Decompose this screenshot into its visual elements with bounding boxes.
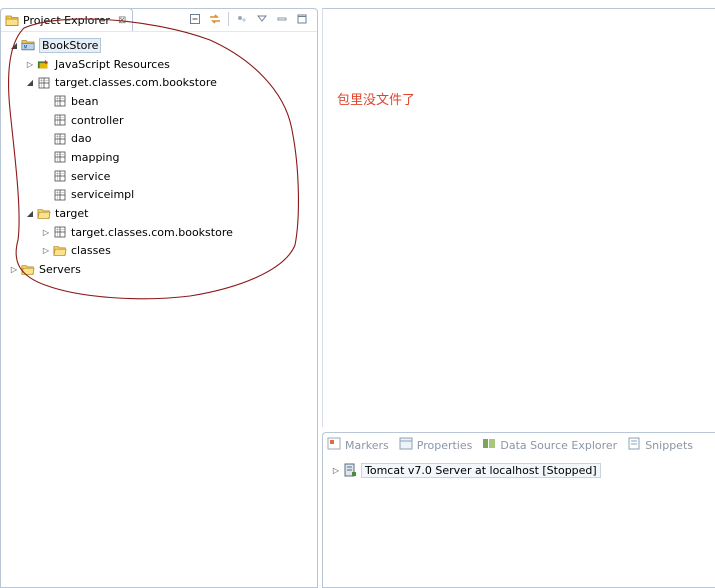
tree-item[interactable]: ▷ Servers bbox=[1, 260, 317, 279]
tree-item[interactable]: dao bbox=[1, 129, 317, 148]
tab-label: Snippets bbox=[645, 438, 693, 452]
data-source-icon bbox=[482, 437, 496, 453]
folder-icon bbox=[53, 244, 67, 258]
project-tree: ◢ M BookStore ▷ JavaScript Resources ◢ target.… bbox=[1, 32, 317, 279]
tree-item[interactable]: service bbox=[1, 167, 317, 186]
tree-item[interactable]: serviceimpl bbox=[1, 186, 317, 205]
tree-item-label: dao bbox=[71, 132, 92, 146]
tree-item[interactable]: ◢ M BookStore bbox=[1, 36, 317, 55]
package-icon bbox=[53, 169, 67, 183]
tab-project-explorer-label: Project Explorer bbox=[23, 13, 110, 27]
view-menu-icon[interactable] bbox=[255, 12, 269, 26]
project-explorer-tabbar: Project Explorer ⊠ bbox=[0, 8, 317, 32]
snippets-icon bbox=[627, 437, 641, 453]
maximize-icon[interactable] bbox=[295, 12, 309, 26]
package-icon bbox=[53, 94, 67, 108]
toolbar-separator bbox=[228, 12, 229, 26]
package-icon bbox=[53, 113, 67, 127]
editor-area: 包里没文件了 bbox=[322, 8, 715, 427]
tree-item[interactable]: mapping bbox=[1, 148, 317, 167]
annotation-text: 包里没文件了 bbox=[337, 93, 416, 108]
tree-item-label: classes bbox=[71, 244, 111, 258]
collapse-all-icon[interactable] bbox=[188, 12, 202, 26]
bottom-panel: Markers Properties Data Source Explorer Sni… bbox=[322, 432, 715, 588]
server-row[interactable]: ▷ Tomcat v7.0 Server at localhost [Stopp… bbox=[331, 461, 715, 479]
tree-item-label: service bbox=[71, 169, 111, 183]
collapsed-twisty-icon[interactable]: ▷ bbox=[41, 246, 51, 256]
tab-label: Markers bbox=[345, 438, 389, 452]
svg-text:M: M bbox=[24, 45, 28, 51]
tab-properties[interactable]: Properties bbox=[399, 437, 473, 453]
tree-item-label: target.classes.com.bookstore bbox=[71, 225, 233, 239]
tree-item-label: JavaScript Resources bbox=[55, 57, 170, 71]
tree-item-label: bean bbox=[71, 94, 99, 108]
tree-item-label: controller bbox=[71, 113, 124, 127]
tree-item-label: target.classes.com.bookstore bbox=[55, 76, 217, 90]
tree-item[interactable]: ◢ target bbox=[1, 204, 317, 223]
view-toolbar bbox=[188, 12, 309, 26]
tree-item[interactable]: ▷ target.classes.com.bookstore bbox=[1, 223, 317, 242]
folder-icon bbox=[37, 207, 51, 221]
expanded-twisty-icon[interactable]: ◢ bbox=[25, 209, 35, 219]
expanded-twisty-icon[interactable]: ◢ bbox=[9, 40, 19, 50]
collapsed-twisty-icon[interactable]: ▷ bbox=[9, 265, 19, 275]
tree-item-label: mapping bbox=[71, 150, 120, 164]
server-entry-label: Tomcat v7.0 Server at localhost [Stopped… bbox=[361, 462, 601, 478]
tree-item-label: serviceimpl bbox=[71, 188, 135, 202]
tab-project-explorer[interactable]: Project Explorer ⊠ bbox=[0, 8, 134, 31]
focus-icon[interactable] bbox=[235, 12, 249, 26]
collapsed-twisty-icon[interactable]: ▷ bbox=[331, 465, 341, 475]
tree-item[interactable]: ▷ classes bbox=[1, 242, 317, 261]
package-icon bbox=[53, 188, 67, 202]
properties-icon bbox=[399, 437, 413, 453]
expanded-twisty-icon[interactable]: ◢ bbox=[25, 78, 35, 88]
tab-markers[interactable]: Markers bbox=[327, 437, 389, 453]
package-icon bbox=[53, 150, 67, 164]
bottom-tab-bar: Markers Properties Data Source Explorer Sni… bbox=[323, 433, 715, 457]
package-icon bbox=[53, 132, 67, 146]
close-icon[interactable]: ⊠ bbox=[118, 15, 126, 26]
link-with-editor-icon[interactable] bbox=[208, 12, 222, 26]
markers-icon bbox=[327, 437, 341, 453]
tab-data-source-explorer[interactable]: Data Source Explorer bbox=[482, 437, 617, 453]
tab-label: Properties bbox=[416, 438, 473, 452]
tree-item[interactable]: ▷ JavaScript Resources bbox=[1, 55, 317, 74]
package-icon bbox=[37, 76, 51, 90]
project-explorer-view: Project Explorer ⊠ ◢ M BookStore ▷ JavaS… bbox=[0, 8, 318, 588]
minimize-icon[interactable] bbox=[275, 12, 289, 26]
tree-item[interactable]: bean bbox=[1, 92, 317, 111]
tab-snippets[interactable]: Snippets bbox=[627, 437, 693, 453]
folder-icon bbox=[21, 263, 35, 277]
project-explorer-icon bbox=[5, 13, 19, 27]
package-icon bbox=[53, 225, 67, 239]
server-icon bbox=[343, 463, 357, 477]
project-icon: M bbox=[21, 38, 35, 52]
tree-item[interactable]: ◢ target.classes.com.bookstore bbox=[1, 73, 317, 92]
tree-item-label: target bbox=[55, 207, 89, 221]
tab-label: Data Source Explorer bbox=[500, 438, 618, 452]
tree-item-label: BookStore bbox=[39, 37, 102, 53]
tree-item[interactable]: controller bbox=[1, 111, 317, 130]
collapsed-twisty-icon[interactable]: ▷ bbox=[25, 59, 35, 69]
js-resources-icon bbox=[37, 57, 51, 71]
collapsed-twisty-icon[interactable]: ▷ bbox=[41, 227, 51, 237]
tree-item-label: Servers bbox=[39, 263, 81, 277]
